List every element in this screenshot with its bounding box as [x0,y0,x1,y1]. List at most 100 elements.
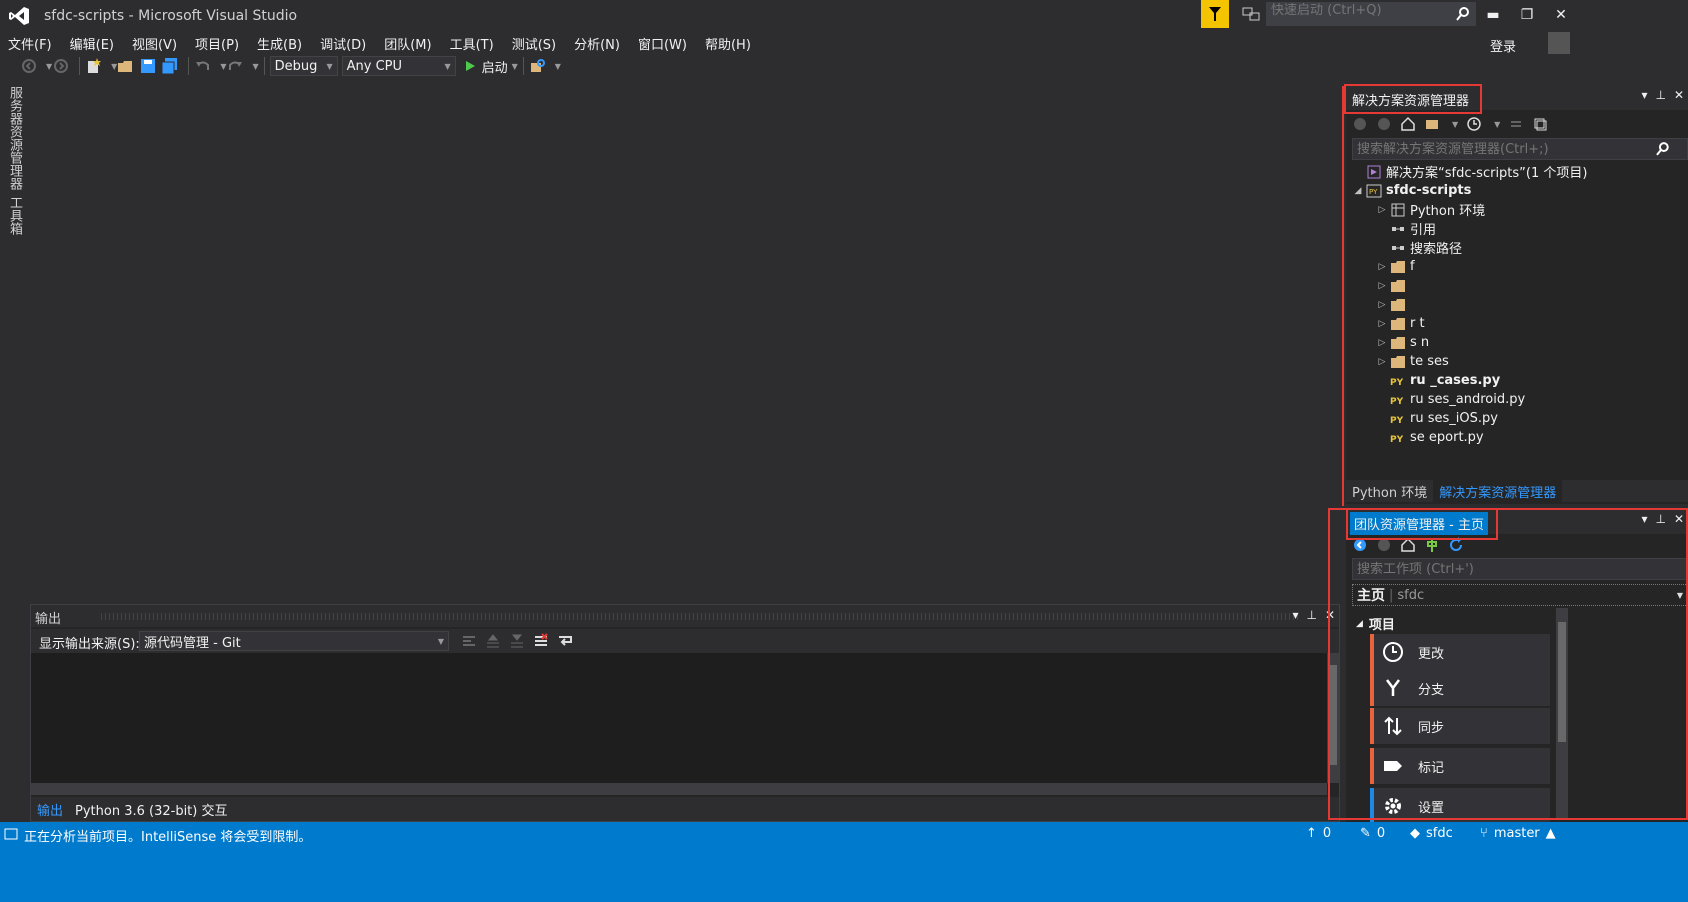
account-icon[interactable] [1548,32,1570,54]
save-all-icon[interactable] [161,57,179,75]
save-icon[interactable] [139,57,157,75]
feedback-icon[interactable] [1240,4,1262,26]
menu-test[interactable]: 测试(S) [503,34,565,53]
menu-analyze[interactable]: 分析(N) [565,34,629,53]
redo-dropdown-icon[interactable]: ▼ [252,62,258,71]
close-window-button[interactable]: ✕ [1546,4,1576,26]
toolbar-overflow-icon[interactable]: ▼ [555,62,561,71]
forward-icon[interactable] [52,57,70,75]
home-icon[interactable] [1400,116,1416,132]
tree-item[interactable]: 解决方案“sfdc-scripts”(1 个项目) [1346,162,1688,181]
chevron-down-icon[interactable]: ▼ [1677,591,1683,600]
toolbox-tab[interactable]: 工具箱 [5,196,24,235]
pin-icon[interactable]: ⊥ [1655,88,1665,102]
menu-edit[interactable]: 编辑(E) [61,34,123,53]
tree-item[interactable]: ▷ s n [1346,333,1688,352]
pending-changes-indicator[interactable]: ✎ 0 [1360,826,1385,841]
menu-view[interactable]: 视图(V) [123,34,186,53]
close-icon[interactable]: ✕ [1674,512,1684,526]
expand-arrow-icon[interactable]: ◢ [1352,186,1364,196]
tab-python-environments[interactable]: Python 环境 [1346,479,1433,504]
output-source-select[interactable]: 源代码管理 - Git ▼ [139,631,449,651]
menu-team[interactable]: 团队(M) [375,34,440,53]
team-tile[interactable]: 同步 [1370,708,1550,744]
drag-grip[interactable] [101,613,1301,620]
sync-active-document-icon[interactable] [1508,116,1524,132]
back-icon[interactable] [20,57,38,75]
dropdown-icon[interactable]: ▾ [1641,88,1647,102]
previous-message-icon[interactable] [485,633,501,649]
maximize-button[interactable]: ❐ [1512,4,1542,26]
pending-changes-icon[interactable] [1466,116,1482,132]
menu-tools[interactable]: 工具(T) [441,34,503,53]
quick-launch-box[interactable] [1266,2,1476,26]
work-item-search-input[interactable] [1353,559,1661,579]
server-explorer-tab[interactable]: 服务器资源管理器 [5,86,24,190]
close-icon[interactable]: ✕ [1325,608,1335,622]
tree-item[interactable]: PY se eport.py [1346,428,1688,447]
scrollbar-thumb[interactable] [1558,622,1566,742]
tab-output[interactable]: 输出 [31,798,69,821]
chevron-down-icon[interactable]: ▼ [1452,120,1458,129]
close-icon[interactable]: ✕ [1674,88,1684,102]
tab-python-interactive[interactable]: Python 3.6 (32-bit) 交互 [69,798,233,821]
tree-item[interactable]: ▷ [1346,295,1688,314]
go-to-message-icon[interactable] [461,633,477,649]
platform-select[interactable]: Any CPU ▼ [341,56,456,76]
new-project-icon[interactable] [85,57,103,75]
quick-launch-input[interactable] [1267,3,1451,18]
tree-item[interactable]: ▷ r t [1346,314,1688,333]
expand-arrow-icon[interactable]: ▷ [1376,338,1388,348]
team-tile[interactable]: 设置 [1370,788,1550,824]
output-text-area[interactable] [31,653,1327,783]
word-wrap-icon[interactable] [557,633,573,649]
team-tile[interactable]: 分支 [1370,670,1550,706]
branch-indicator[interactable]: ⑂ master ▲ [1480,826,1556,841]
switch-views-icon[interactable] [1424,116,1440,132]
solution-search-input[interactable] [1353,139,1656,159]
scrollbar-thumb[interactable] [1329,665,1337,765]
output-vertical-scrollbar[interactable] [1327,653,1339,783]
project-section-header[interactable]: ◢ 项目 [1356,614,1395,633]
start-button[interactable]: 启动 ▼ [464,57,518,76]
menu-file[interactable]: 文件(F) [0,34,61,53]
clear-all-icon[interactable] [533,633,549,649]
refresh-icon[interactable] [1448,537,1464,553]
find-in-files-icon[interactable] [529,57,547,75]
redo-icon[interactable] [226,57,244,75]
tree-item[interactable]: PY ru ses_iOS.py [1346,409,1688,428]
team-explorer-search[interactable] [1352,558,1688,580]
output-horizontal-scrollbar[interactable] [31,783,1327,795]
expand-arrow-icon[interactable]: ▷ [1376,281,1388,291]
minimize-button[interactable]: ▬ [1478,4,1508,26]
search-icon[interactable] [1655,141,1671,157]
chevron-down-icon[interactable]: ▼ [1494,120,1500,129]
next-message-icon[interactable] [509,633,525,649]
pin-icon[interactable]: ⊥ [1306,608,1316,622]
tree-item[interactable]: ▷ te ses [1346,352,1688,371]
search-icon[interactable] [1455,6,1471,22]
team-tile[interactable]: 标记 [1370,748,1550,784]
tree-item[interactable]: ▷ [1346,276,1688,295]
notification-flag-icon[interactable] [1201,0,1229,28]
expand-arrow-icon[interactable]: ▷ [1376,205,1388,215]
home-icon[interactable] [1400,537,1416,553]
menu-window[interactable]: 窗口(W) [629,34,696,53]
expand-arrow-icon[interactable]: ▷ [1376,357,1388,367]
dropdown-icon[interactable]: ▾ [1641,512,1647,526]
open-folder-icon[interactable] [117,57,135,75]
expand-arrow-icon[interactable]: ▷ [1376,300,1388,310]
tree-item[interactable]: ▷ f [1346,257,1688,276]
tree-item[interactable]: 搜索路径 [1346,238,1688,257]
team-explorer-scrollbar[interactable] [1556,608,1568,820]
dropdown-icon[interactable]: ▾ [1292,608,1298,622]
tree-item[interactable]: 引用 [1346,219,1688,238]
collapse-all-icon[interactable] [1532,116,1548,132]
undo-icon[interactable] [194,57,212,75]
tree-item[interactable]: PY ru ses_android.py [1346,390,1688,409]
forward-icon[interactable] [1376,116,1392,132]
pin-icon[interactable]: ⊥ [1655,512,1665,526]
menu-project[interactable]: 项目(P) [186,34,248,53]
team-explorer-page-header[interactable]: 主页 | sfdc ▼ [1352,584,1688,606]
expand-arrow-icon[interactable]: ▷ [1376,319,1388,329]
